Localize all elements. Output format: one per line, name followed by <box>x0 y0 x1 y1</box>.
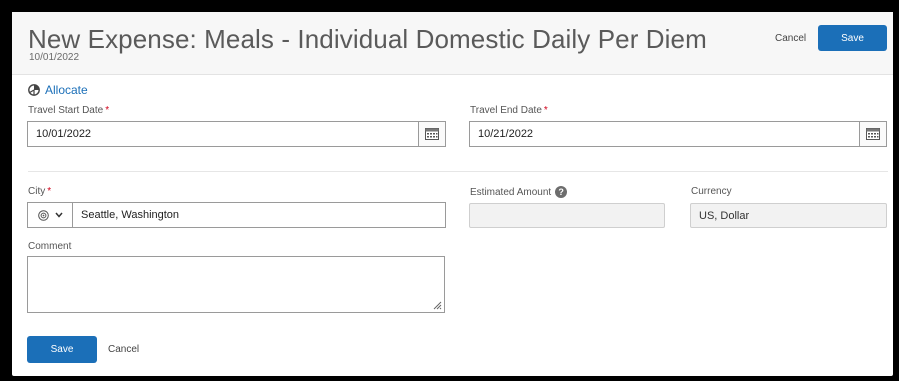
globe-icon <box>37 209 49 221</box>
allocate-label: Allocate <box>45 83 88 97</box>
resize-handle-icon[interactable] <box>432 300 442 310</box>
currency-field: US, Dollar <box>690 203 887 228</box>
city-field[interactable]: Seattle, Washington <box>27 202 446 228</box>
travel-end-label: Travel End Date * <box>470 105 548 116</box>
required-marker: * <box>105 105 110 116</box>
estimated-amount-field <box>469 203 665 228</box>
page-title: New Expense: Meals - Individual Domestic… <box>28 24 707 54</box>
footer-cancel-button[interactable]: Cancel <box>108 344 139 355</box>
city-value: Seattle, Washington <box>81 209 180 221</box>
footer-save-button[interactable]: Save <box>27 336 97 363</box>
expense-form-window: New Expense: Meals - Individual Domestic… <box>12 12 893 376</box>
form-header: New Expense: Meals - Individual Domestic… <box>12 12 893 75</box>
travel-end-date-value: 10/21/2022 <box>478 128 534 140</box>
travel-end-calendar-button[interactable] <box>859 122 886 146</box>
currency-label: Currency <box>691 186 732 197</box>
header-cancel-button[interactable]: Cancel <box>775 33 806 44</box>
header-save-button[interactable]: Save <box>818 25 887 51</box>
comment-textarea[interactable] <box>27 256 445 313</box>
chevron-down-icon <box>54 212 63 218</box>
help-icon[interactable]: ? <box>555 186 568 198</box>
travel-start-label: Travel Start Date * <box>28 105 110 116</box>
allocate-link[interactable]: Allocate <box>28 83 88 97</box>
city-location-dropdown[interactable] <box>28 203 73 227</box>
pie-chart-icon <box>28 84 40 96</box>
calendar-icon <box>866 128 880 140</box>
required-marker: * <box>543 105 548 116</box>
travel-start-date-value: 10/01/2022 <box>36 128 92 140</box>
travel-start-calendar-button[interactable] <box>418 122 445 146</box>
city-label: City * <box>28 186 52 197</box>
required-marker: * <box>47 186 52 197</box>
comment-label: Comment <box>28 241 72 252</box>
estimated-amount-label: Estimated Amount ? <box>470 186 568 198</box>
travel-end-date-field[interactable]: 10/21/2022 <box>469 121 887 147</box>
section-divider <box>28 171 888 172</box>
expense-date: 10/01/2022 <box>29 52 80 63</box>
calendar-icon <box>425 128 439 140</box>
travel-start-date-field[interactable]: 10/01/2022 <box>27 121 446 147</box>
